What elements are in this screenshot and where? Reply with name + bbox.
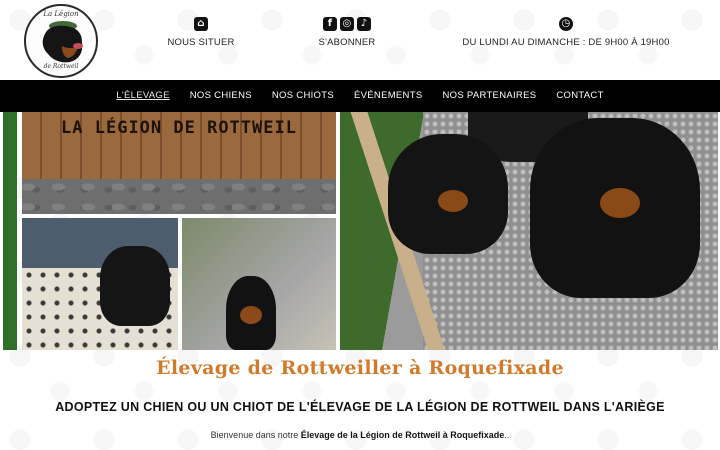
page-subtitle: ADOPTEZ UN CHIEN OU UN CHIOT DE L'ÉLEVAG… (55, 400, 665, 414)
locate-label: NOUS SITUER (167, 37, 235, 48)
nav-item-nos-chiens[interactable]: NOS CHIENS (180, 80, 262, 112)
kennel-sign-text: LA LÉGION DE ROTTWEIL (61, 118, 297, 138)
nav-item-evenements[interactable]: ÉVÉNEMENTS (344, 80, 432, 112)
intro-bold: Élevage de la Légion de Rottweil à Roque… (300, 430, 505, 440)
instagram-icon[interactable]: ◎ (340, 17, 354, 31)
intro-prefix: Bienvenue dans notre (210, 430, 301, 440)
photo-mother-with-puppies (22, 218, 178, 350)
intro-suffix: .. (504, 430, 510, 440)
photo-rottweiler-sitting (182, 218, 336, 350)
page-title: Élevage de Rottweiller à Roquefixade (156, 357, 564, 379)
nav-item-contact[interactable]: CONTACT (546, 80, 613, 112)
logo-text-bottom: de Rottweil (43, 63, 79, 70)
nav-item-nos-chiots[interactable]: NOS CHIOTS (262, 80, 344, 112)
photo-rottweilers-on-gravel (340, 112, 718, 350)
locate-link[interactable]: ⌂ NOUS SITUER (160, 17, 242, 48)
nav-item-nos-partenaires[interactable]: NOS PARTENAIRES (432, 80, 546, 112)
photo-kennel-sign: LA LÉGION DE ROTTWEIL (22, 112, 336, 214)
photo-gallery: LA LÉGION DE ROTTWEIL (0, 112, 720, 352)
nav-item-elevage[interactable]: L'ÉLEVAGE (106, 80, 179, 112)
store-icon: ⌂ (194, 17, 208, 31)
site-header: La Légion de Rottweil ⌂ NOUS SITUER f ◎ … (0, 0, 720, 80)
subscribe-label: S'ABONNER (318, 37, 376, 48)
facebook-icon[interactable]: f (323, 17, 337, 31)
tiktok-icon[interactable]: ♪ (357, 17, 371, 31)
intro-paragraph: Bienvenue dans notre Élevage de la Légio… (0, 430, 720, 440)
clock-icon: ◷ (559, 17, 573, 31)
hours-label: DU LUNDI AU DIMANCHE : DE 9H00 À 19H00 (462, 37, 670, 48)
main-navigation: L'ÉLEVAGE NOS CHIENS NOS CHIOTS ÉVÉNEMEN… (0, 80, 720, 112)
opening-hours: ◷ DU LUNDI AU DIMANCHE : DE 9H00 À 19H00 (460, 17, 672, 48)
subscribe-block: f ◎ ♪ S'ABONNER (305, 17, 389, 48)
site-logo[interactable]: La Légion de Rottweil (24, 4, 98, 78)
green-accent-bar (3, 112, 17, 350)
